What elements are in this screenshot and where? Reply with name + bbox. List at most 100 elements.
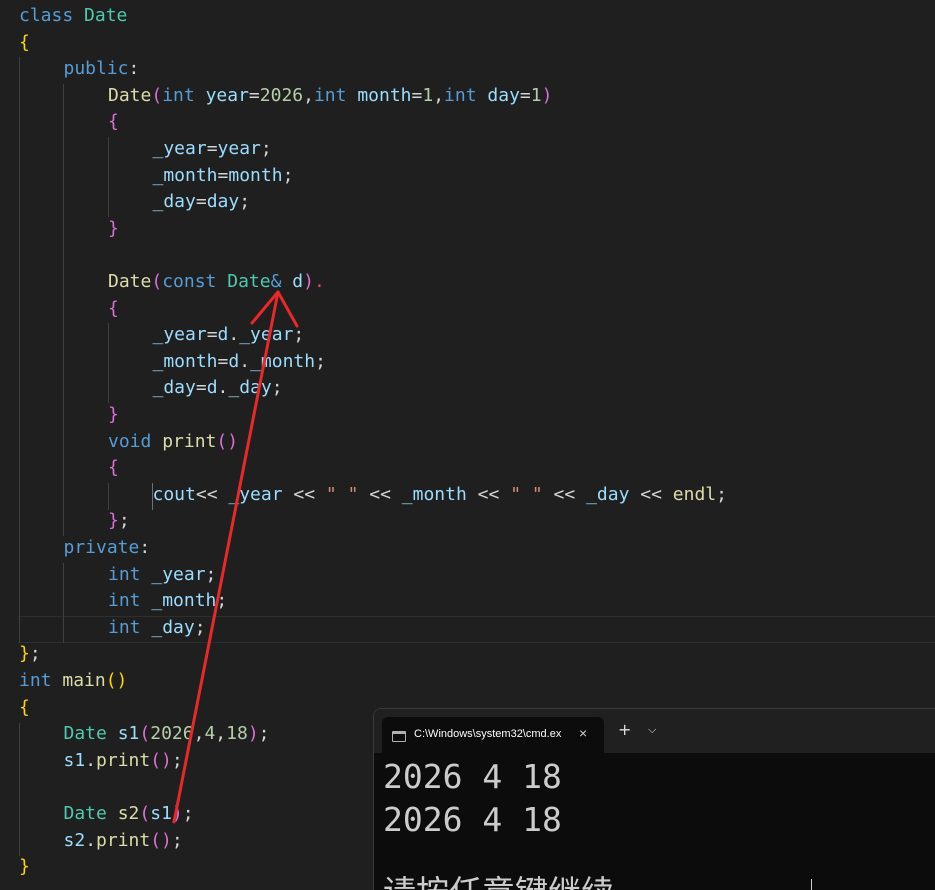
code-token: = [217,164,229,186]
indent-guide [19,723,20,856]
code-line-13[interactable]: _year=d._year; [153,322,305,349]
new-tab-button[interactable]: + [618,720,631,739]
code-line-33[interactable]: } [19,854,30,881]
code-line-3[interactable]: public: [64,56,140,83]
code-token: const [162,271,217,292]
press-any-key-prompt: 请按任意键继续. . . [383,871,928,890]
code-token: 2026 [259,84,304,106]
code-token: ; [293,324,305,346]
terminal-output[interactable]: 2026 4 18 2026 4 18 请按任意键继续. . . [383,755,928,890]
code-line-28[interactable]: Date s1(2026,4,18); [64,721,270,748]
code-token: _month [151,590,217,612]
code-token: ; [171,829,183,851]
code-token: month [357,84,412,106]
code-token: ( [151,271,163,292]
code-token: { [19,696,30,718]
code-line-22[interactable]: int _year; [108,562,216,589]
code-token: ; [194,616,206,638]
code-token: () [216,430,239,452]
code-token: int [313,84,347,106]
code-line-21[interactable]: private: [64,535,151,562]
code-token: : [139,537,151,558]
code-token: Date [84,5,128,26]
close-tab-icon[interactable]: × [579,725,587,741]
code-line-11[interactable]: Date(const Date& d). [108,269,325,296]
code-line-27[interactable]: { [19,695,30,722]
chevron-down-icon[interactable]: ⌵ [648,723,656,737]
code-line-16[interactable]: } [108,402,119,429]
code-token: 4 [204,723,216,745]
code-token: _year [228,483,283,505]
code-token: public [63,58,129,80]
code-token: = [411,84,423,106]
code-token: . [85,829,97,851]
code-line-8[interactable]: _day=day; [153,189,251,216]
code-token: () [150,749,172,771]
code-token: () [105,670,128,691]
code-token: _month [152,350,218,372]
code-token: int [162,84,195,106]
code-token: private [63,537,140,558]
code-token: Date [63,803,107,824]
code-token: void [108,430,152,452]
code-token: } [108,217,119,239]
code-line-31[interactable]: Date s2(s1); [64,801,194,828]
terminal-tab[interactable]: C:\Windows\system32\cmd.ex × [382,717,604,753]
code-token: day [206,191,240,213]
code-token: _month [401,483,467,505]
code-token: int [108,563,141,585]
code-token: print [96,749,151,771]
code-token: year [205,84,249,106]
code-token: ) [541,84,553,106]
code-token: } [19,643,30,665]
code-line-5[interactable]: { [108,109,119,136]
code-token: << [195,483,229,505]
code-token: ) [247,723,259,745]
code-line-24[interactable]: int _day; [108,615,206,642]
code-line-26[interactable]: int main() [19,668,127,695]
code-token: ( [139,723,151,745]
code-line-20[interactable]: }; [108,508,130,535]
code-line-18[interactable]: { [108,455,119,482]
code-token: d [292,271,304,292]
code-token: { [108,111,119,133]
code-token: s2 [117,803,140,824]
code-token: = [195,377,207,399]
code-token: = [206,138,218,159]
code-token: . [239,350,251,372]
code-line-14[interactable]: _month=d._month; [153,349,326,376]
code-token: ; [271,377,283,399]
code-line-25[interactable]: }; [19,641,41,668]
code-line-2[interactable]: { [19,30,30,57]
code-line-6[interactable]: _year=year; [153,136,272,163]
code-line-9[interactable]: } [108,216,119,243]
code-token: " " [510,483,543,505]
code-line-15[interactable]: _day=d._day; [153,375,283,402]
cmd-window[interactable]: C:\Windows\system32\cmd.ex × + ⌵ 2026 4 … [373,708,935,890]
code-line-17[interactable]: void print() [108,429,238,456]
code-line-29[interactable]: s1.print(); [64,748,183,775]
code-line-32[interactable]: s2.print(); [64,828,183,855]
code-token: ; [716,483,727,505]
code-token: << [629,483,673,505]
code-token: class [19,5,74,26]
code-line-19[interactable]: cout<< _year << " " << _month << " " << … [153,482,727,509]
code-line-12[interactable]: { [108,296,119,323]
code-token: d [206,377,218,399]
code-token: month [228,164,283,186]
code-line-4[interactable]: Date(int year=2026,int month=1,int day=1… [108,83,552,110]
code-token: ; [171,749,183,771]
code-token: ; [182,803,194,824]
code-line-23[interactable]: int _month; [108,588,227,615]
terminal-cursor [811,879,812,890]
code-token: , [193,723,205,745]
code-line-1[interactable]: class Date [19,3,127,30]
code-token: ) [303,271,314,292]
code-token: = [217,350,229,372]
code-line-7[interactable]: _month=month; [153,163,294,190]
